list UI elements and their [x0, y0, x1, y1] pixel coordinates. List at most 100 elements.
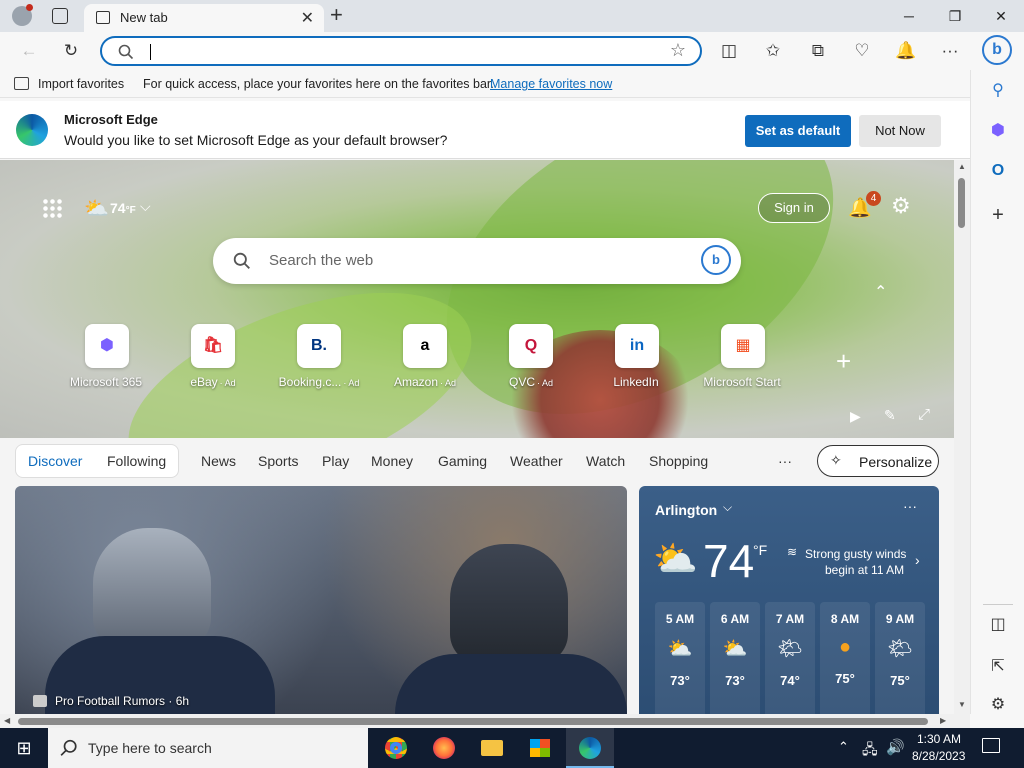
more-options-icon[interactable]: ··· [903, 498, 917, 514]
import-favorites-button[interactable]: Import favorites [38, 77, 124, 91]
favorites-icon[interactable]: ✩ [758, 36, 788, 66]
personalize-button[interactable]: ✧ Personalize [817, 445, 939, 477]
split-screen-icon[interactable]: ◫ [714, 36, 744, 66]
weather-location[interactable]: Arlington [655, 502, 717, 518]
shortcut-label[interactable]: Amazon · Ad [373, 375, 477, 389]
shortcut-tile-2[interactable]: B. [297, 324, 341, 368]
file-explorer-icon[interactable] [468, 728, 516, 768]
chevron-down-icon[interactable]: ⌵ [140, 198, 151, 215]
apps-grid-icon[interactable] [42, 198, 62, 218]
shortcut-tile-6[interactable]: ▦ [721, 324, 765, 368]
add-shortcut-button[interactable]: + [836, 346, 851, 377]
address-bar[interactable]: ☆ [100, 36, 702, 66]
shortcut-tile-1[interactable]: 🛍 [191, 324, 235, 368]
shortcut-label[interactable]: Booking.c... · Ad [267, 375, 371, 389]
scroll-thumb[interactable] [958, 178, 965, 228]
expand-icon[interactable]: ⤢ [918, 406, 930, 423]
shortcut-label[interactable]: LinkedIn [585, 375, 689, 389]
nav-play[interactable]: Play [322, 453, 349, 469]
weather-card[interactable]: Arlington ⌵ ··· ⛅ 74 °F ≋ Strong gusty w… [639, 486, 939, 716]
hourly-forecast-cell[interactable]: 8 AM ● 75° [820, 602, 870, 716]
windows-start-icon[interactable]: ⊞ [0, 728, 48, 768]
scroll-up-arrow-icon[interactable]: ▲ [958, 162, 966, 171]
open-external-icon[interactable]: ⇱ [983, 652, 1013, 682]
outlook-icon[interactable]: O [983, 156, 1013, 186]
minimize-button[interactable]: ─ [886, 4, 932, 28]
taskbar-search[interactable]: Type here to search [48, 728, 368, 768]
shortcut-tile-0[interactable]: ⬢ [85, 324, 129, 368]
hero-temperature[interactable]: 74°F [110, 200, 136, 216]
nav-weather[interactable]: Weather [510, 453, 563, 469]
profile-icon[interactable] [12, 4, 33, 26]
shortcut-label[interactable]: eBay · Ad [161, 375, 265, 389]
gear-icon[interactable]: ⚙ [891, 193, 911, 219]
scroll-right-arrow-icon[interactable]: ▶ [940, 716, 946, 725]
notifications-center-icon[interactable] [982, 738, 1000, 753]
collections-icon[interactable]: ⧉ [803, 36, 833, 66]
play-icon[interactable]: ▶ [850, 408, 861, 425]
hourly-forecast-cell[interactable]: 7 AM 🌤 74° [765, 602, 815, 716]
chrome-icon[interactable] [372, 728, 420, 768]
nav-money[interactable]: Money [371, 453, 413, 469]
add-icon[interactable]: + [983, 200, 1013, 230]
gear-icon[interactable]: ⚙ [983, 690, 1013, 720]
chevron-right-icon[interactable]: › [915, 552, 920, 568]
browser-essentials-icon[interactable]: ♡ [847, 36, 877, 66]
web-search-box[interactable]: Search the web b [213, 238, 741, 284]
horizontal-scrollbar[interactable]: ◀ ▶ [0, 714, 970, 728]
featured-article-card[interactable]: Pro Football Rumors · 6h [15, 486, 627, 716]
not-now-button[interactable]: Not Now [859, 115, 941, 147]
set-as-default-button[interactable]: Set as default [745, 115, 851, 147]
notifications-icon[interactable]: 🔔 [891, 36, 921, 66]
bing-copilot-icon[interactable]: b [701, 245, 731, 275]
show-hidden-icons-icon[interactable]: ⌃ [838, 739, 849, 755]
collapse-chevron-icon[interactable]: ⌃ [874, 282, 887, 302]
taskbar-time[interactable]: 1:30 AM [917, 732, 961, 746]
close-button[interactable]: ✕ [978, 4, 1024, 28]
shortcut-tile-4[interactable]: Q [509, 324, 553, 368]
vertical-scrollbar[interactable]: ▲ ▼ [954, 160, 970, 714]
tab-following[interactable]: Following [107, 453, 166, 469]
scroll-left-arrow-icon[interactable]: ◀ [4, 716, 10, 725]
edit-background-icon[interactable]: ✎ [884, 407, 896, 424]
hourly-forecast-cell[interactable]: 6 AM ⛅ 73° [710, 602, 760, 716]
firefox-icon[interactable] [420, 728, 468, 768]
taskbar-date[interactable]: 8/28/2023 [912, 749, 965, 763]
scroll-thumb-horizontal[interactable] [18, 718, 928, 725]
back-icon[interactable]: ← [14, 36, 44, 66]
nav-gaming[interactable]: Gaming [438, 453, 487, 469]
chevron-down-icon[interactable]: ⌵ [723, 500, 732, 515]
hourly-forecast-cell[interactable]: 9 AM 🌤 75° [875, 602, 925, 716]
tab-new-tab[interactable]: New tab ✕ [84, 4, 324, 32]
tab-discover[interactable]: Discover [28, 453, 82, 469]
shortcut-tile-3[interactable]: a [403, 324, 447, 368]
hourly-forecast-cell[interactable]: 5 AM ⛅ 73° [655, 602, 705, 716]
new-tab-button[interactable]: + [330, 2, 343, 28]
nav-sports[interactable]: Sports [258, 453, 298, 469]
search-icon[interactable]: ⚲ [983, 76, 1013, 106]
microsoft-store-icon[interactable] [516, 728, 564, 768]
nav-more-icon[interactable]: ··· [778, 453, 792, 469]
shortcut-tile-5[interactable]: in [615, 324, 659, 368]
microsoft-365-icon[interactable]: ⬢ [983, 116, 1013, 146]
more-icon[interactable]: ··· [935, 36, 965, 66]
tab-actions-icon[interactable] [52, 8, 68, 24]
nav-news[interactable]: News [201, 453, 236, 469]
star-icon[interactable]: ☆ [670, 40, 686, 61]
shortcut-label[interactable]: Microsoft 365 [55, 375, 159, 389]
network-icon[interactable]: 🖧 [862, 739, 878, 763]
maximize-button[interactable]: ❐ [932, 4, 978, 28]
volume-icon[interactable]: 🔊 [886, 738, 905, 756]
sign-in-button[interactable]: Sign in [758, 193, 830, 223]
tab-close-icon[interactable]: ✕ [301, 8, 314, 28]
scroll-down-arrow-icon[interactable]: ▼ [958, 700, 966, 709]
manage-favorites-link[interactable]: Manage favorites now [490, 77, 612, 91]
copilot-icon[interactable]: b [982, 35, 1012, 65]
split-pane-icon[interactable]: ◫ [983, 610, 1013, 640]
shortcut-label[interactable]: Microsoft Start [691, 375, 795, 389]
nav-shopping[interactable]: Shopping [649, 453, 708, 469]
edge-taskbar-icon[interactable] [566, 728, 614, 768]
shortcut-label[interactable]: QVC · Ad [479, 375, 583, 389]
refresh-icon[interactable]: ↻ [56, 36, 86, 66]
nav-watch[interactable]: Watch [586, 453, 625, 469]
